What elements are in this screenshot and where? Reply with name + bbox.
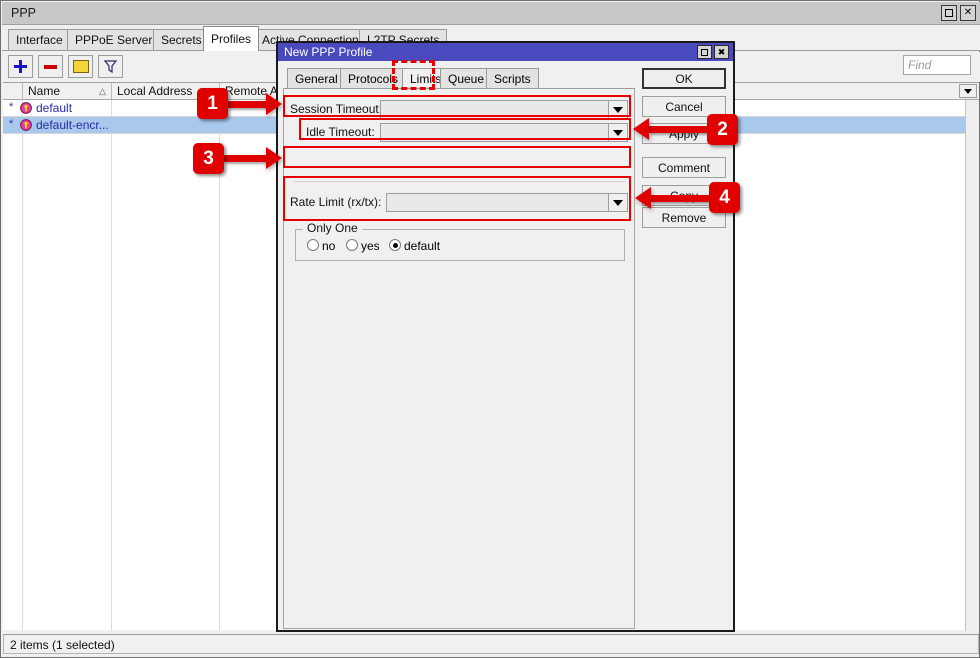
dialog-title: New PPP Profile xyxy=(284,45,372,59)
annotation-arrow-head-4 xyxy=(635,187,651,209)
remove-button[interactable] xyxy=(38,55,63,78)
rate-limit-dropdown[interactable] xyxy=(608,193,628,212)
only-one-legend: Only One xyxy=(303,221,362,235)
tab-general[interactable]: General xyxy=(287,68,346,88)
annotation-arrow-shaft-3 xyxy=(224,155,267,162)
session-timeout-label: Session Timeout: xyxy=(290,102,378,116)
annotation-badge-1: 1 xyxy=(197,88,228,119)
annotation-arrow-head-2 xyxy=(633,118,649,140)
row-flag: * xyxy=(9,101,13,113)
radio-circle-icon xyxy=(307,239,319,251)
radio-label: yes xyxy=(361,239,380,253)
maximize-icon[interactable] xyxy=(697,45,712,59)
tab-pppoe-servers[interactable]: PPPoE Servers xyxy=(67,29,166,50)
annotation-arrow-shaft-4 xyxy=(651,195,709,202)
minus-icon xyxy=(44,65,57,69)
square-glyph xyxy=(945,9,953,17)
annotation-badge-4: 4 xyxy=(709,182,740,213)
chevron-down-icon xyxy=(613,130,623,136)
tab-interface[interactable]: Interface xyxy=(8,29,71,50)
rate-limit-row: Rate Limit (rx/tx): xyxy=(290,193,628,212)
tab-queue[interactable]: Queue xyxy=(440,68,492,88)
annotation-badge-2: 2 xyxy=(707,114,738,145)
square-glyph xyxy=(701,49,708,56)
rate-limit-input[interactable] xyxy=(386,193,608,212)
plus-icon xyxy=(14,60,27,73)
session-timeout-input[interactable] xyxy=(380,100,608,119)
annotation-arrow-head-3 xyxy=(266,147,282,169)
form-separator xyxy=(294,181,626,182)
chevron-down-icon xyxy=(613,200,623,206)
column-divider xyxy=(22,100,23,631)
window-titlebar: PPP ✕ xyxy=(2,2,980,25)
row-flag: * xyxy=(9,118,13,130)
column-options-button[interactable] xyxy=(959,84,977,98)
col-flag xyxy=(3,83,23,99)
profile-icon xyxy=(20,102,32,114)
profile-icon xyxy=(20,119,32,131)
idle-timeout-input[interactable] xyxy=(380,123,608,142)
sort-indicator-icon: △ xyxy=(99,86,106,97)
maximize-icon[interactable] xyxy=(941,5,957,21)
status-bar: 2 items (1 selected) xyxy=(3,634,979,654)
close-icon[interactable]: ✖ xyxy=(714,45,729,59)
chevron-down-icon xyxy=(613,107,623,113)
annotation-arrow-shaft-2 xyxy=(649,126,707,133)
comment-button[interactable] xyxy=(68,55,93,78)
radio-label: no xyxy=(322,239,335,253)
close-icon[interactable]: ✕ xyxy=(960,5,976,21)
row-name: default-encr... xyxy=(36,118,109,132)
chevron-down-icon xyxy=(964,89,972,94)
column-divider xyxy=(219,100,220,631)
only-one-group: Only One no yes default xyxy=(295,221,625,261)
annotation-arrow-shaft-1 xyxy=(228,101,267,108)
radio-circle-icon xyxy=(389,239,401,251)
session-timeout-dropdown[interactable] xyxy=(608,100,628,119)
tab-protocols[interactable]: Protocols xyxy=(340,68,406,88)
window-title: PPP xyxy=(11,6,36,20)
filter-button[interactable] xyxy=(98,55,123,78)
rate-limit-label: Rate Limit (rx/tx): xyxy=(290,195,384,209)
radio-label: default xyxy=(404,239,440,253)
note-icon xyxy=(73,60,89,73)
row-name: default xyxy=(36,101,72,115)
comment-button[interactable]: Comment xyxy=(642,157,726,178)
radio-only-one-yes[interactable]: yes xyxy=(346,239,380,253)
tab-profiles[interactable]: Profiles xyxy=(203,26,259,51)
idle-timeout-label: Idle Timeout: xyxy=(306,125,378,139)
annotation-arrow-head-1 xyxy=(266,93,282,115)
ok-button[interactable]: OK xyxy=(642,68,726,89)
vertical-scrollbar[interactable] xyxy=(965,100,979,631)
column-divider xyxy=(111,100,112,631)
radio-circle-icon xyxy=(346,239,358,251)
add-button[interactable] xyxy=(8,55,33,78)
radio-only-one-default[interactable]: default xyxy=(389,239,440,253)
tab-secrets[interactable]: Secrets xyxy=(153,29,210,50)
radio-only-one-no[interactable]: no xyxy=(307,239,335,253)
session-timeout-row: Session Timeout: xyxy=(290,100,628,119)
tab-scripts[interactable]: Scripts xyxy=(486,68,539,88)
funnel-icon xyxy=(104,60,117,73)
dialog-titlebar: New PPP Profile ✖ xyxy=(278,43,733,61)
idle-timeout-dropdown[interactable] xyxy=(608,123,628,142)
limits-form: Session Timeout: Idle Timeout: Rate Limi… xyxy=(283,89,635,629)
search-input[interactable] xyxy=(903,55,971,75)
annotation-badge-3: 3 xyxy=(193,143,224,174)
idle-timeout-row: Idle Timeout: xyxy=(306,123,628,142)
